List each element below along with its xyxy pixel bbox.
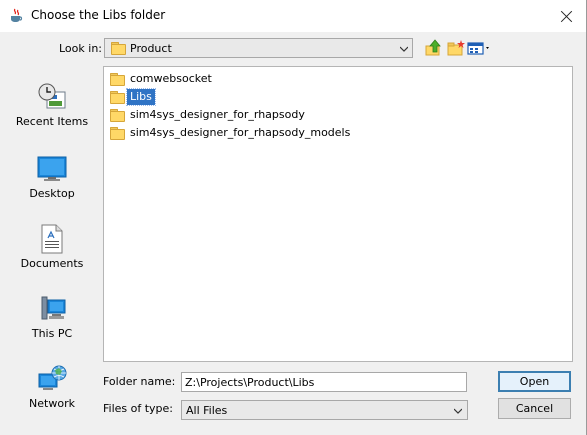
place-label-recent-items: Recent Items xyxy=(15,115,89,128)
this-pc-icon xyxy=(37,294,67,324)
place-label-this-pc: This PC xyxy=(31,327,73,340)
file-name: Libs xyxy=(126,88,156,106)
view-menu-icon[interactable] xyxy=(467,38,493,58)
desktop-icon xyxy=(37,154,67,184)
place-label-desktop: Desktop xyxy=(29,187,75,200)
place-recent-items[interactable]: Recent Items xyxy=(0,82,104,152)
files-of-type-label: Files of type: xyxy=(103,402,174,415)
place-documents[interactable]: Documents xyxy=(0,224,104,294)
folder-name-field[interactable] xyxy=(181,372,467,392)
look-in-label: Look in: xyxy=(59,42,102,55)
place-label-network: Network xyxy=(29,397,75,410)
create-new-folder-icon[interactable] xyxy=(446,38,466,58)
files-of-type-combo[interactable]: All Files xyxy=(181,400,468,420)
network-icon xyxy=(37,364,67,394)
recent-items-icon xyxy=(37,82,67,112)
folder-icon xyxy=(110,91,125,104)
close-button[interactable] xyxy=(551,1,581,31)
chevron-down-icon[interactable] xyxy=(454,407,462,415)
file-name: sim4sys_designer_for_rhapsody xyxy=(130,108,305,121)
places-bar: Recent Items Desktop Documents This PC N… xyxy=(0,68,104,418)
place-network[interactable]: Network xyxy=(0,364,104,434)
place-this-pc[interactable]: This PC xyxy=(0,294,104,364)
file-list[interactable]: comwebsocket Libs sim4sys_designer_for_r… xyxy=(103,66,573,362)
title-bar: Choose the Libs folder xyxy=(0,0,587,32)
folder-icon xyxy=(110,127,125,140)
folder-icon xyxy=(110,109,125,122)
look-in-combo[interactable]: Product xyxy=(104,38,413,58)
file-name: comwebsocket xyxy=(130,72,212,85)
up-one-level-icon[interactable] xyxy=(424,38,444,58)
folder-name-label: Folder name: xyxy=(103,375,176,388)
place-label-documents: Documents xyxy=(20,257,84,270)
chevron-down-icon[interactable] xyxy=(400,45,408,53)
cancel-button[interactable]: Cancel xyxy=(498,398,571,419)
java-cup-icon xyxy=(8,8,24,24)
documents-icon xyxy=(37,224,67,254)
place-desktop[interactable]: Desktop xyxy=(0,154,104,224)
folder-icon xyxy=(110,73,125,86)
folder-icon xyxy=(111,42,126,55)
window-title: Choose the Libs folder xyxy=(31,8,166,22)
file-name: sim4sys_designer_for_rhapsody_models xyxy=(130,126,351,139)
look-in-value: Product xyxy=(130,42,172,55)
open-button[interactable]: Open xyxy=(498,371,571,392)
folder-name-input[interactable] xyxy=(182,373,458,391)
files-of-type-value: All Files xyxy=(186,404,228,417)
